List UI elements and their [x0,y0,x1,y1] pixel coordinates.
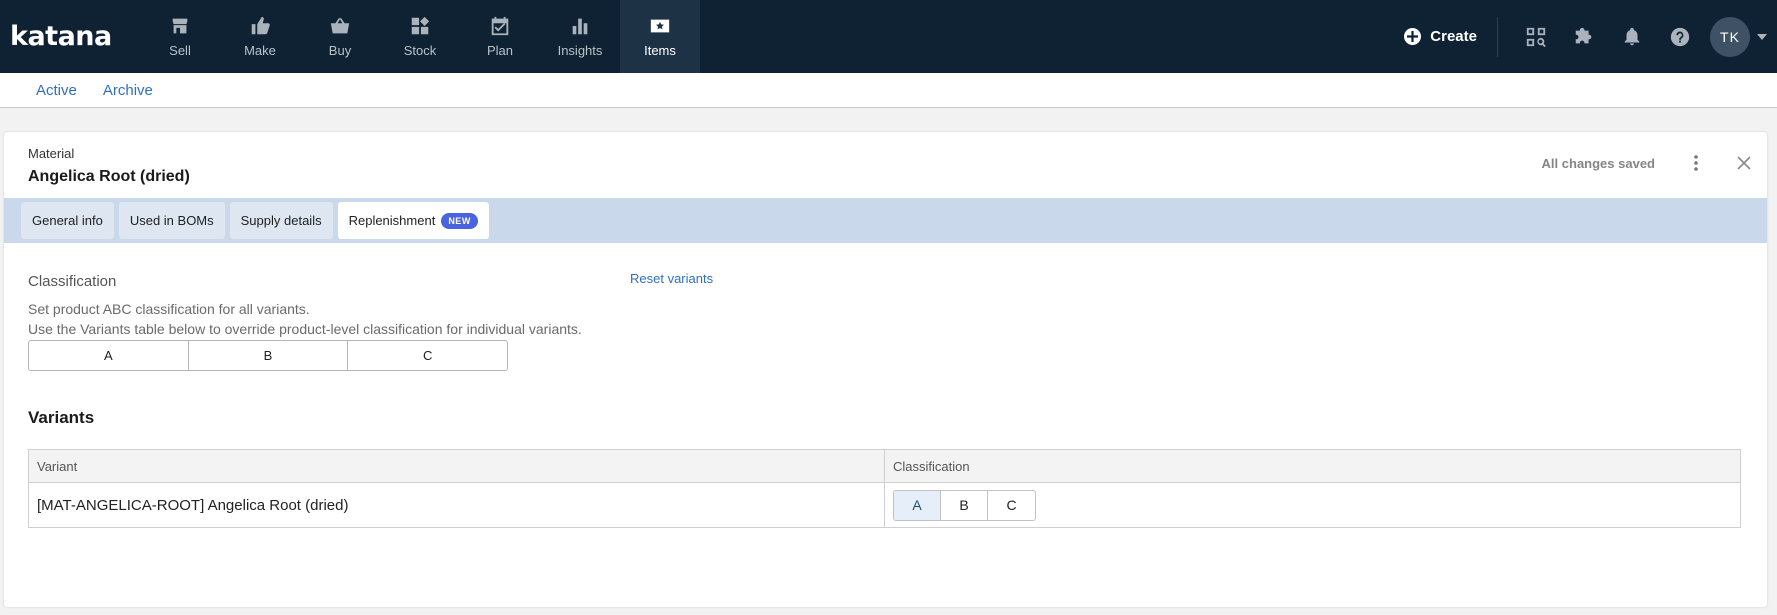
tab-label: General info [32,213,103,228]
column-header-variant: Variant [29,450,885,482]
variants-table: Variant Classification [MAT-ANGELICA-ROO… [28,449,1741,528]
search-grid-icon [1526,27,1546,47]
plus-circle-icon [1404,28,1422,45]
tag-star-icon [650,19,670,33]
classification-desc-line1: Set product ABC classification for all v… [28,301,310,317]
subnav-active-link[interactable]: Active [36,82,77,99]
classification-option-c[interactable]: C [348,341,507,370]
integrations-button[interactable] [1560,13,1608,61]
boxes-icon [411,16,430,35]
classification-title: Classification [28,273,117,290]
item-header: Material Angelica Root (dried) [28,146,190,186]
variant-option-c[interactable]: C [988,491,1035,520]
nav-stock-label: Stock [403,43,437,58]
nav-items-label: Items [644,43,676,58]
table-row: [MAT-ANGELICA-ROOT] Angelica Root (dried… [29,483,1740,527]
tab-supply-details[interactable]: Supply details [229,202,333,239]
nav-items[interactable]: Items [620,0,700,73]
new-badge: NEW [441,212,478,229]
create-button[interactable]: Create [1384,16,1498,57]
avatar: TK [1710,16,1750,57]
create-button-label: Create [1430,28,1477,45]
items-subnav: Active Archive [0,73,1777,108]
tab-used-in-boms[interactable]: Used in BOMs [118,202,225,239]
product-classification-selector: A B C [28,340,508,371]
nav-make[interactable]: Make [220,0,300,73]
tab-replenishment[interactable]: Replenishment NEW [337,202,489,239]
classification-section: Classification Set product ABC classific… [28,273,582,339]
basket-icon [330,17,350,34]
item-tabs: General info Used in BOMs Supply details… [4,198,1767,243]
item-header-actions: All changes saved [1542,152,1755,174]
top-navigation-bar: katana Sell Make Buy Stock Plan Insights [0,0,1777,73]
user-menu[interactable]: TK [1710,16,1767,57]
reset-variants-link[interactable]: Reset variants [630,271,713,286]
notifications-button[interactable] [1608,13,1656,61]
puzzle-icon [1575,27,1592,43]
nav-sell-label: Sell [169,43,191,58]
store-icon [172,18,188,34]
more-options-button[interactable] [1685,152,1707,174]
kebab-menu-icon [1694,155,1698,171]
nav-insights-label: Insights [557,43,603,58]
help-button[interactable] [1656,13,1704,61]
nav-buy-label: Buy [328,43,352,58]
tab-general-info[interactable]: General info [21,202,114,239]
close-button[interactable] [1733,152,1755,174]
nav-insights[interactable]: Insights [540,0,620,73]
main-nav: Sell Make Buy Stock Plan Insights Items [140,0,700,73]
item-name: Angelica Root (dried) [28,168,190,185]
caret-down-icon [1757,33,1767,40]
tab-label: Used in BOMs [129,213,214,228]
katana-logo[interactable]: katana [0,0,140,73]
column-header-classification: Classification [893,458,970,474]
item-detail-card: Material Angelica Root (dried) All chang… [4,132,1767,607]
thumbs-up-icon [251,16,270,35]
item-type-label: Material [28,146,75,161]
tab-label: Replenishment [348,213,436,228]
close-icon [1737,156,1751,170]
variant-classification-cell: A B C [885,483,1740,527]
nav-make-label: Make [244,43,276,58]
variant-option-b[interactable]: B [941,490,988,520]
calendar-check-icon [491,16,509,36]
bar-chart-icon [572,18,588,35]
classification-option-b[interactable]: B [189,341,349,370]
variant-name-cell: [MAT-ANGELICA-ROOT] Angelica Root (dried… [29,483,885,527]
variant-classification-selector: A B C [893,489,1036,521]
tab-label: Supply details [240,213,322,228]
variants-title: Variants [28,408,95,427]
variant-option-a[interactable]: A [894,490,941,520]
subnav-archive-link[interactable]: Archive [103,82,153,99]
nav-plan[interactable]: Plan [460,0,540,73]
help-icon [1670,27,1690,46]
nav-buy[interactable]: Buy [300,0,380,73]
search-grid-button[interactable] [1512,13,1560,61]
nav-plan-label: Plan [486,43,514,58]
nav-sell[interactable]: Sell [140,0,220,73]
bell-icon [1624,27,1640,45]
classification-description: Set product ABC classification for all v… [28,299,582,339]
nav-stock[interactable]: Stock [380,0,460,73]
table-header: Variant Classification [29,450,1740,483]
topbar-actions: Create TK [1384,0,1777,73]
classification-option-a[interactable]: A [29,341,189,370]
classification-desc-line2: Use the Variants table below to override… [28,321,582,337]
save-status: All changes saved [1541,155,1655,171]
